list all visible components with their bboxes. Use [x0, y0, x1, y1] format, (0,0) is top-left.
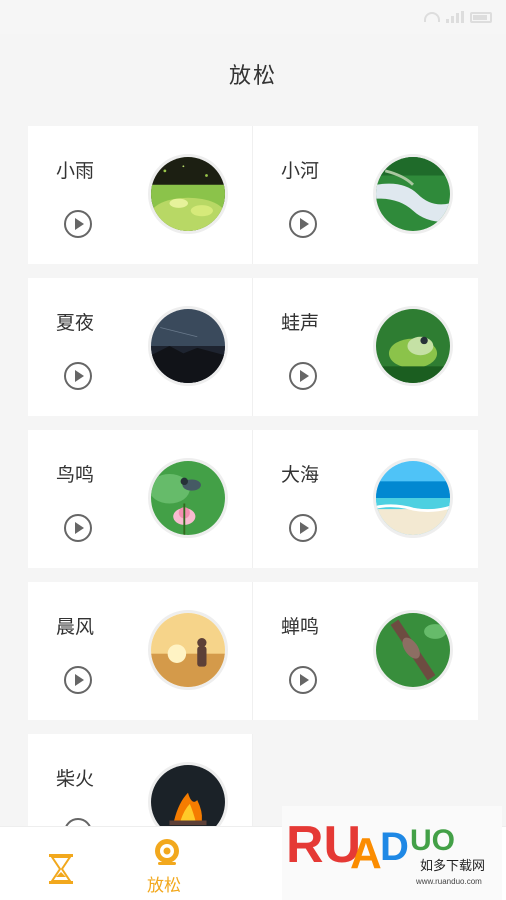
sound-label: 夏夜 — [56, 312, 95, 334]
relax-icon — [155, 839, 179, 865]
tab-timer[interactable] — [0, 827, 112, 900]
svg-text:如多下载网: 如多下载网 — [420, 858, 485, 874]
sound-card-summer-night[interactable]: 夏夜 — [28, 278, 253, 416]
status-bar — [0, 0, 506, 34]
status-icons — [424, 11, 492, 23]
sound-label: 晨风 — [56, 616, 95, 638]
play-icon[interactable] — [64, 514, 92, 542]
morning-sun-thumbnail — [148, 610, 228, 690]
sound-row: 夏夜 蛙声 — [28, 278, 478, 416]
sound-card-bird[interactable]: 鸟鸣 — [28, 430, 253, 568]
sound-row: 小雨 小河 — [28, 126, 478, 264]
play-icon[interactable] — [289, 210, 317, 238]
wifi-icon — [424, 12, 440, 22]
sound-card-morning-wind[interactable]: 晨风 — [28, 582, 253, 720]
summer-night-thumbnail — [148, 306, 228, 386]
frog-thumbnail — [373, 306, 453, 386]
sound-card-cicada[interactable]: 蝉鸣 — [253, 582, 478, 720]
play-icon[interactable] — [289, 666, 317, 694]
sound-label: 小河 — [281, 160, 320, 182]
tab-relax[interactable]: 放松 — [112, 827, 224, 900]
sound-label: 蝉鸣 — [281, 616, 320, 638]
play-icon[interactable] — [64, 362, 92, 390]
rain-grass-thumbnail — [148, 154, 228, 234]
sound-card-river[interactable]: 小河 — [253, 126, 478, 264]
watermark-logo: RU A D UO 如多下载网 www.ruanduo.com — [282, 806, 502, 900]
sound-label: 小雨 — [56, 160, 95, 182]
page-title: 放松 — [228, 64, 277, 89]
sound-label: 鸟鸣 — [56, 464, 95, 486]
river-thumbnail — [373, 154, 453, 234]
bird-lotus-thumbnail — [148, 458, 228, 538]
play-icon[interactable] — [64, 210, 92, 238]
battery-icon — [470, 11, 492, 23]
sound-card-rain[interactable]: 小雨 — [28, 126, 253, 264]
sound-label: 大海 — [281, 464, 320, 486]
cicada-thumbnail — [373, 610, 453, 690]
sound-card-sea[interactable]: 大海 — [253, 430, 478, 568]
play-icon[interactable] — [289, 514, 317, 542]
sound-row: 晨风 蝉鸣 — [28, 582, 478, 720]
sound-grid: 小雨 小河 夏夜 蛙声 鸟鸣 大海 晨风 蝉鸣 柴火 — [28, 126, 478, 886]
svg-text:D: D — [380, 825, 409, 869]
play-icon[interactable] — [289, 362, 317, 390]
play-icon[interactable] — [64, 666, 92, 694]
sound-card-frog[interactable]: 蛙声 — [253, 278, 478, 416]
sound-row: 鸟鸣 大海 — [28, 430, 478, 568]
sound-label: 蛙声 — [281, 312, 320, 334]
svg-text:UO: UO — [410, 824, 455, 857]
signal-icon — [446, 11, 464, 23]
hourglass-icon — [49, 854, 73, 884]
tab-relax-label: 放松 — [147, 876, 181, 896]
svg-text:A: A — [350, 829, 382, 878]
svg-text:www.ruanduo.com: www.ruanduo.com — [415, 877, 482, 886]
sea-thumbnail — [373, 458, 453, 538]
sound-label: 柴火 — [56, 768, 95, 790]
